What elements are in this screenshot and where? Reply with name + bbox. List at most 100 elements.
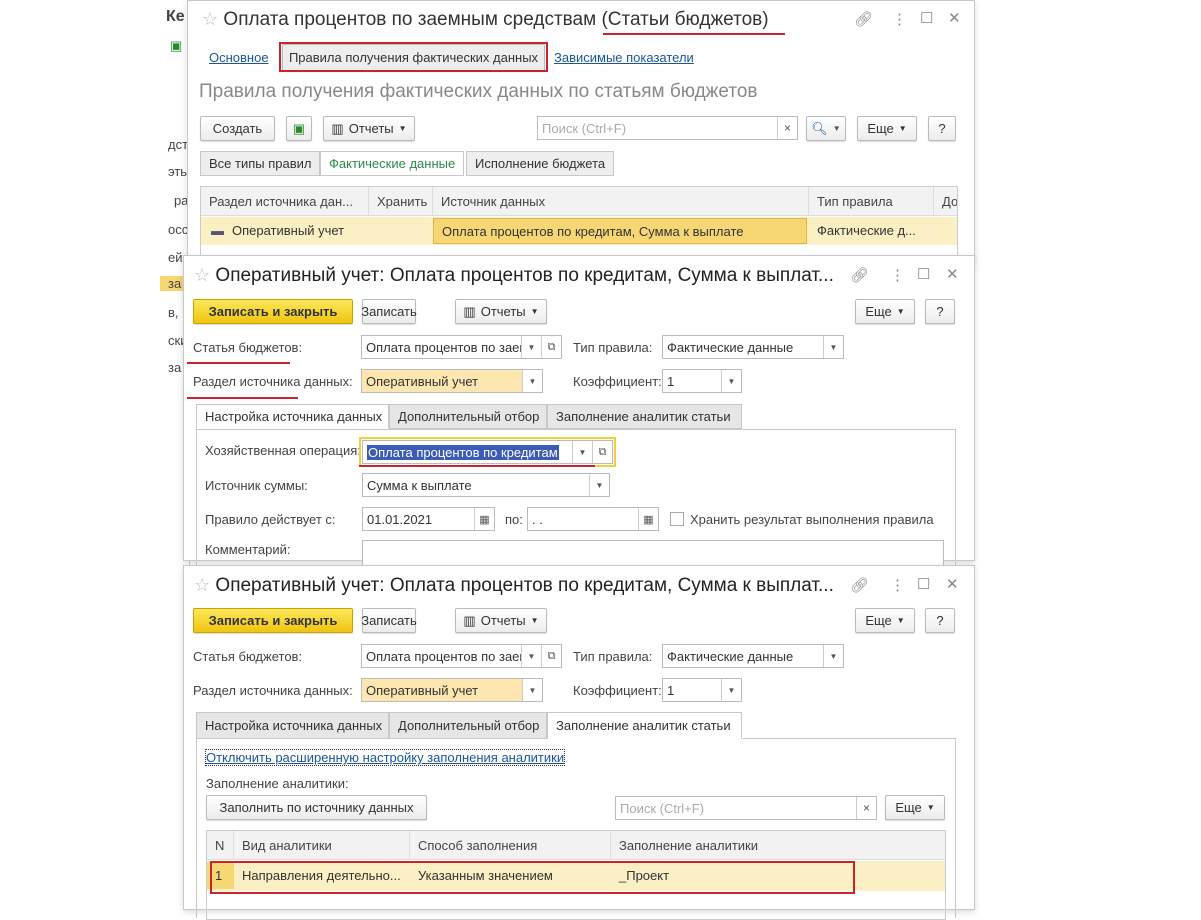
create-button[interactable]: Создать bbox=[200, 116, 275, 141]
budget-item-window: ☆ Оплата процентов по заемным средствам … bbox=[187, 0, 975, 263]
window-title: ☆ Оплата процентов по заемным средствам … bbox=[202, 9, 769, 30]
column-header[interactable]: До bbox=[934, 187, 957, 215]
section-label: Раздел источника данных: bbox=[193, 683, 353, 698]
calendar-icon[interactable]: ▦ bbox=[474, 508, 494, 530]
save-and-close-button[interactable]: Записать и закрыть bbox=[193, 608, 353, 633]
bg-fragment: Ке bbox=[166, 8, 185, 25]
rule-type-field[interactable]: Фактические данные ▼ bbox=[662, 335, 844, 359]
budget-item-label: Статья бюджетов: bbox=[193, 649, 303, 664]
maximize-icon[interactable]: ☐ bbox=[917, 575, 930, 593]
save-button[interactable]: Записать bbox=[361, 299, 417, 324]
coefficient-field[interactable]: 1 ▼ bbox=[662, 678, 742, 702]
open-icon[interactable]: ⧉ bbox=[592, 441, 612, 463]
section-field[interactable]: Оперативный учет ▼ bbox=[361, 369, 543, 393]
calendar-icon[interactable]: ▦ bbox=[638, 508, 658, 530]
disable-extended-settings-link[interactable]: Отключить расширенную настройку заполнен… bbox=[204, 749, 566, 766]
tab-source-settings[interactable]: Настройка источника данных bbox=[196, 712, 389, 739]
tab-analytics-fill[interactable]: Заполнение аналитик статьи bbox=[547, 404, 742, 429]
search-input[interactable]: Поиск (Ctrl+F) × bbox=[537, 116, 798, 140]
open-icon[interactable]: ⧉ bbox=[541, 645, 561, 667]
maximize-icon[interactable]: ☐ bbox=[920, 9, 933, 27]
more-actions-icon[interactable]: ⋮ bbox=[890, 266, 905, 284]
section-label: Раздел источника данных: bbox=[193, 374, 353, 389]
column-header[interactable]: Раздел источника дан... bbox=[201, 187, 369, 215]
more-actions-icon[interactable]: ⋮ bbox=[890, 576, 905, 594]
column-header[interactable]: Вид аналитики bbox=[234, 831, 410, 859]
valid-to-field[interactable]: . . ▦ bbox=[527, 507, 659, 531]
window-title: ☆ Оперативный учет: Оплата процентов по … bbox=[194, 575, 834, 596]
coefficient-label: Коэффициент: bbox=[573, 374, 662, 389]
more-button[interactable]: Еще ▼ bbox=[855, 608, 915, 633]
save-and-close-button[interactable]: Записать и закрыть bbox=[193, 299, 353, 324]
section-heading: Правила получения фактических данных по … bbox=[199, 81, 758, 102]
comment-label: Комментарий: bbox=[205, 542, 291, 557]
valid-to-label: по: bbox=[505, 512, 523, 527]
column-header[interactable]: Хранить bbox=[369, 187, 433, 215]
fill-from-source-button[interactable]: Заполнить по источнику данных bbox=[206, 795, 427, 820]
tab-analytics-fill[interactable]: Заполнение аналитик статьи bbox=[547, 712, 742, 739]
save-button[interactable]: Записать bbox=[361, 608, 417, 633]
nav-main[interactable]: Основное bbox=[209, 50, 269, 65]
operation-field[interactable]: Оплата процентов по кредитам ▼ ⧉ bbox=[362, 440, 613, 464]
favorite-star-icon[interactable]: ☆ bbox=[194, 575, 210, 595]
nav-dependent-indicators[interactable]: Зависимые показатели bbox=[554, 50, 694, 65]
help-button[interactable]: ? bbox=[925, 299, 955, 324]
more-actions-icon[interactable]: ⋮ bbox=[892, 10, 907, 28]
maximize-icon[interactable]: ☐ bbox=[917, 265, 930, 283]
close-icon[interactable]: ✕ bbox=[946, 575, 959, 593]
filter-budget-execution[interactable]: Исполнение бюджета bbox=[466, 151, 615, 176]
more-button[interactable]: Еще ▼ bbox=[885, 795, 945, 820]
budget-item-field[interactable]: Оплата процентов по заем ▼ ⧉ bbox=[361, 644, 562, 668]
tab-additional-filter[interactable]: Дополнительный отбор bbox=[389, 404, 547, 429]
column-header[interactable]: Источник данных bbox=[433, 187, 809, 215]
tab-source-settings[interactable]: Настройка источника данных bbox=[196, 404, 389, 429]
link-icon[interactable]: 🔗︎ bbox=[854, 10, 873, 28]
rule-type-field[interactable]: Фактические данные ▼ bbox=[662, 644, 844, 668]
cell-data-source[interactable]: Оплата процентов по кредитам, Сумма к вы… bbox=[433, 218, 807, 244]
valid-from-field[interactable]: 01.01.2021 ▦ bbox=[362, 507, 495, 531]
reports-button[interactable]: ▥ Отчеты ▼ bbox=[455, 608, 547, 633]
column-header[interactable]: Заполнение аналитики bbox=[611, 831, 945, 859]
open-icon[interactable]: ⧉ bbox=[541, 336, 561, 358]
filter-all-rule-types[interactable]: Все типы правил bbox=[200, 151, 321, 176]
bg-fragment: эть bbox=[168, 164, 188, 179]
search-button[interactable]: 🔍︎ ▼ bbox=[806, 116, 846, 141]
column-header[interactable]: Способ заполнения bbox=[410, 831, 611, 859]
section-field[interactable]: Оперативный учет ▼ bbox=[361, 678, 543, 702]
filter-actual-data[interactable]: Фактические данные bbox=[320, 151, 465, 176]
amount-source-field[interactable]: Сумма к выплате ▼ bbox=[362, 473, 610, 497]
budget-item-field[interactable]: Оплата процентов по заем ▼ ⧉ bbox=[361, 335, 562, 359]
store-result-checkbox[interactable] bbox=[670, 512, 684, 526]
favorite-star-icon[interactable]: ☆ bbox=[202, 9, 218, 29]
help-button[interactable]: ? bbox=[928, 116, 956, 141]
create-copy-icon[interactable]: ▣ bbox=[286, 116, 312, 141]
rules-table: Раздел источника дан... Хранить Источник… bbox=[200, 186, 958, 263]
rule-window-source-tab: ☆ Оперативный учет: Оплата процентов по … bbox=[183, 255, 975, 570]
link-icon[interactable]: 🔗︎ bbox=[850, 266, 869, 284]
column-header[interactable]: Тип правила bbox=[809, 187, 934, 215]
reports-icon: ▥ bbox=[463, 612, 476, 628]
bg-fragment: ей bbox=[168, 250, 183, 265]
close-icon[interactable]: ✕ bbox=[946, 265, 959, 283]
clear-search-button[interactable]: × bbox=[856, 797, 876, 819]
valid-from-label: Правило действует с: bbox=[205, 512, 336, 527]
clear-search-button[interactable]: × bbox=[777, 117, 797, 139]
close-icon[interactable]: ✕ bbox=[948, 9, 961, 27]
amount-source-label: Источник суммы: bbox=[205, 478, 308, 493]
coefficient-label: Коэффициент: bbox=[573, 683, 662, 698]
table-row[interactable]: ▬ Оперативный учет Оплата процентов по кр… bbox=[201, 217, 957, 245]
favorite-star-icon[interactable]: ☆ bbox=[194, 265, 210, 285]
bg-fragment: в, bbox=[168, 305, 179, 320]
search-input[interactable]: Поиск (Ctrl+F) × bbox=[615, 796, 877, 820]
collapse-icon[interactable]: ▬ bbox=[211, 223, 224, 238]
link-icon[interactable]: 🔗︎ bbox=[850, 576, 869, 594]
reports-button[interactable]: ▥ Отчеты ▼ bbox=[323, 116, 415, 141]
more-button[interactable]: Еще ▼ bbox=[855, 299, 915, 324]
coefficient-field[interactable]: 1 ▼ bbox=[662, 369, 742, 393]
more-button[interactable]: Еще ▼ bbox=[857, 116, 917, 141]
help-button[interactable]: ? bbox=[925, 608, 955, 633]
reports-button[interactable]: ▥ Отчеты ▼ bbox=[455, 299, 547, 324]
column-header[interactable]: N bbox=[207, 831, 234, 859]
tab-additional-filter[interactable]: Дополнительный отбор bbox=[389, 712, 547, 739]
reports-icon: ▥ bbox=[331, 120, 344, 136]
